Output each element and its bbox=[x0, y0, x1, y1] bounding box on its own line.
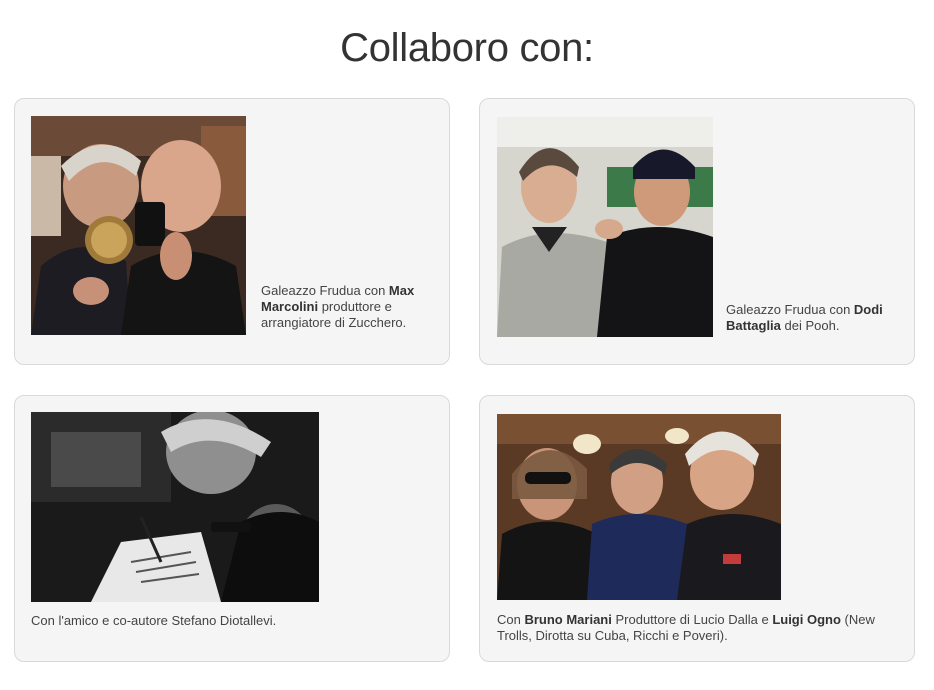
caption-text: Produttore di Lucio Dalla e bbox=[611, 612, 773, 627]
page-title: Collaboro con: bbox=[340, 26, 594, 70]
collaborator-card-marcolini: Galeazzo Frudua con Max Marcolini produt… bbox=[14, 98, 450, 365]
collaborator-card-mariani-ogno: Con Bruno Mariani Produttore di Lucio Da… bbox=[479, 395, 915, 662]
photo-max-marcolini bbox=[31, 116, 246, 335]
caption-text: Galeazzo Frudua con bbox=[726, 302, 854, 317]
photo-stefano-diotallevi bbox=[31, 412, 319, 602]
caption-name-bold: Bruno Mariani bbox=[524, 612, 612, 627]
photo-bruno-mariani-luigi-ogno bbox=[497, 414, 781, 600]
caption-mariani-ogno: Con Bruno Mariani Produttore di Lucio Da… bbox=[497, 612, 907, 644]
photo-dodi-battaglia bbox=[497, 117, 713, 337]
caption-battaglia: Galeazzo Frudua con Dodi Battaglia dei P… bbox=[726, 302, 901, 334]
caption-marcolini: Galeazzo Frudua con Max Marcolini produt… bbox=[261, 283, 436, 331]
caption-text: Con bbox=[497, 612, 525, 627]
caption-diotallevi: Con l'amico e co-autore Stefano Diotalle… bbox=[31, 613, 431, 629]
collaborator-card-battaglia: Galeazzo Frudua con Dodi Battaglia dei P… bbox=[479, 98, 915, 365]
caption-text: Con l'amico e co-autore Stefano Diotalle… bbox=[31, 613, 277, 628]
caption-text: Galeazzo Frudua con bbox=[261, 283, 389, 298]
collaborator-card-diotallevi: Con l'amico e co-autore Stefano Diotalle… bbox=[14, 395, 450, 662]
caption-name-bold: Luigi Ogno bbox=[772, 612, 841, 627]
caption-text: dei Pooh. bbox=[780, 318, 840, 333]
